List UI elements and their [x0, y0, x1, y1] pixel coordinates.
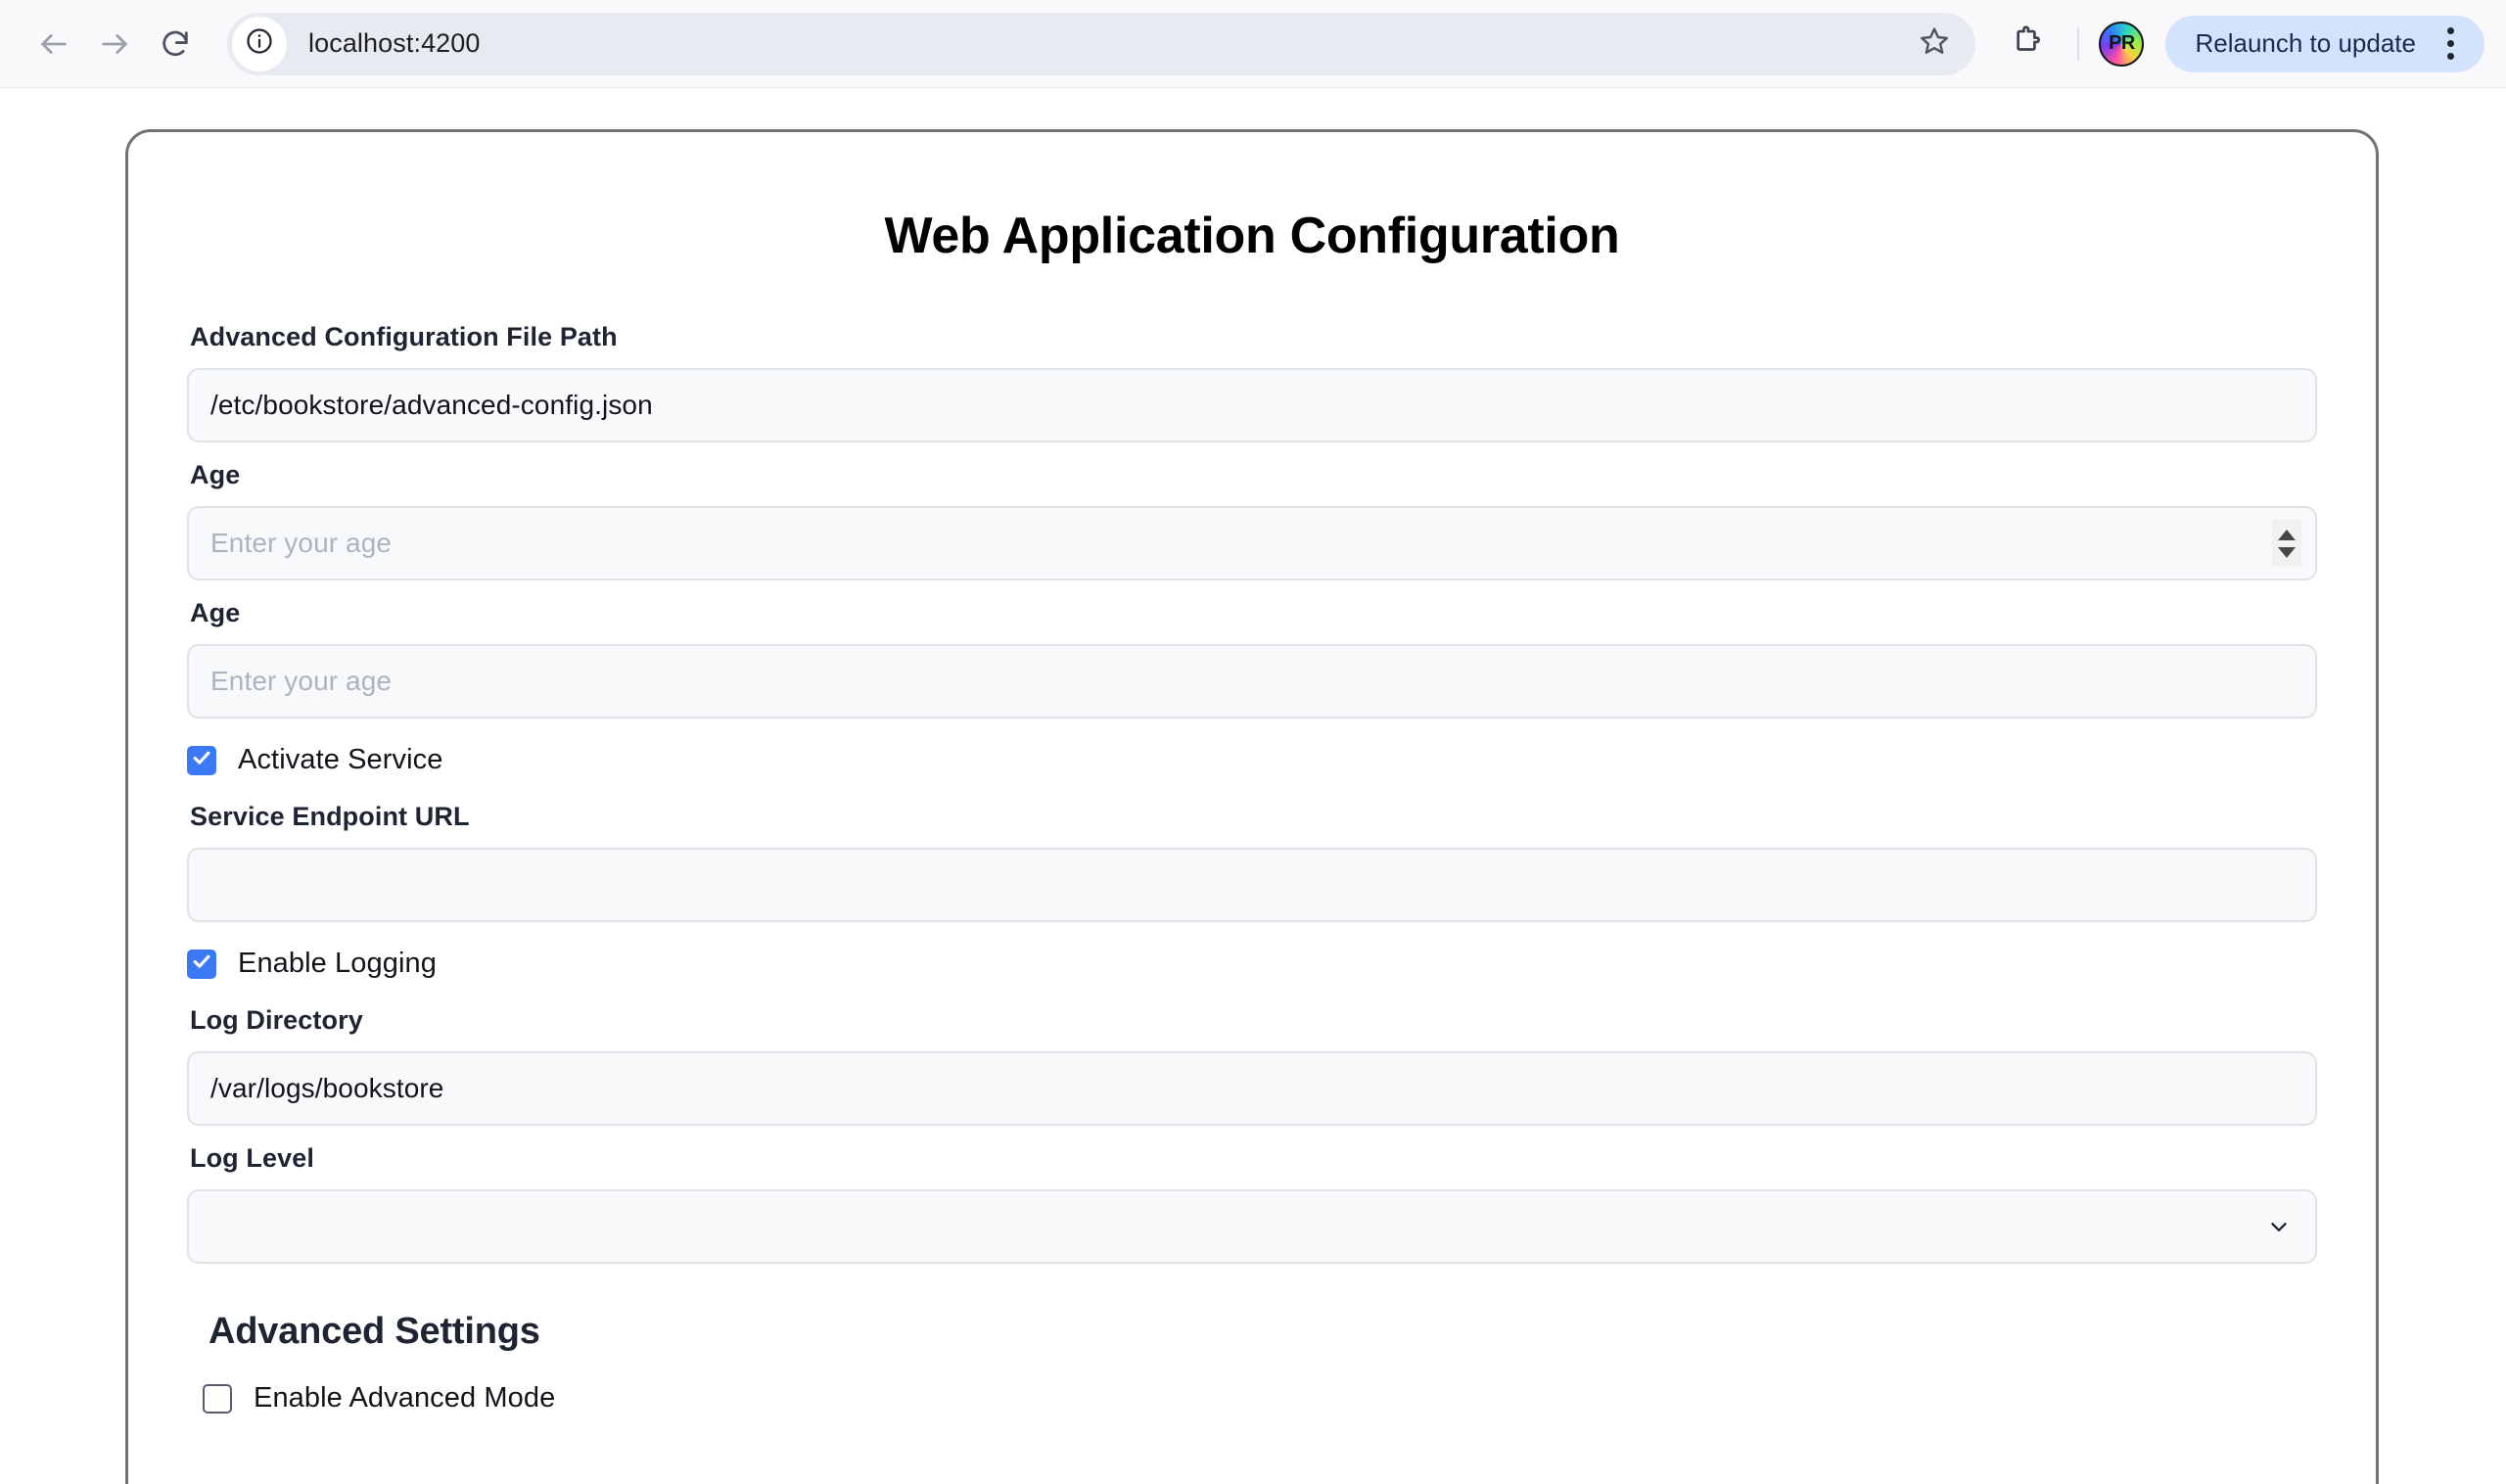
configuration-card: Web Application Configuration Advanced C…: [125, 129, 2379, 1484]
activate-service-label: Activate Service: [238, 744, 443, 775]
config-path-input[interactable]: /etc/bookstore/advanced-config.json: [187, 368, 2317, 442]
age-number-placeholder: Enter your age: [210, 528, 393, 558]
reload-icon: [159, 27, 192, 61]
arrow-right-icon: [98, 27, 131, 61]
config-path-value: /etc/bookstore/advanced-config.json: [210, 390, 653, 420]
info-circle-icon: [245, 26, 274, 61]
service-endpoint-input[interactable]: [187, 848, 2317, 922]
three-dots-vertical-icon[interactable]: [2428, 20, 2473, 69]
extensions-button[interactable]: [1997, 14, 2058, 74]
dot: [2446, 53, 2454, 60]
field-log-directory: Log Directory /var/logs/bookstore: [187, 1005, 2317, 1126]
enable-advanced-mode-label: Enable Advanced Mode: [254, 1382, 556, 1414]
page-viewport: Web Application Configuration Advanced C…: [0, 88, 2506, 1484]
activate-service-checkbox[interactable]: [187, 745, 216, 775]
relaunch-label: Relaunch to update: [2195, 28, 2416, 58]
field-age-text: Age Enter your age: [187, 598, 2317, 719]
field-service-endpoint: Service Endpoint URL: [187, 802, 2317, 922]
back-button[interactable]: [23, 14, 84, 74]
log-level-label: Log Level: [190, 1143, 314, 1173]
activate-service-row[interactable]: Activate Service: [187, 744, 2317, 776]
field-age-number: Age Enter your age: [187, 460, 2317, 580]
page-title: Web Application Configuration: [884, 208, 1620, 264]
arrow-left-icon: [37, 27, 70, 61]
config-path-label: Advanced Configuration File Path: [190, 322, 618, 351]
bookmark-button[interactable]: [1907, 17, 1962, 71]
chevron-down-icon: [2266, 1214, 2292, 1239]
age-text-placeholder: Enter your age: [210, 666, 393, 696]
url-text[interactable]: localhost:4200: [308, 28, 1907, 59]
log-level-select[interactable]: [187, 1189, 2317, 1264]
reload-button[interactable]: [145, 14, 206, 74]
check-icon: [191, 747, 212, 773]
check-icon: [191, 951, 212, 977]
log-directory-label: Log Directory: [190, 1005, 363, 1035]
toolbar-divider: [2077, 26, 2080, 61]
enable-logging-checkbox[interactable]: [187, 949, 216, 979]
site-info-button[interactable]: [232, 16, 287, 71]
avatar[interactable]: PR: [2099, 21, 2145, 67]
field-config-path: Advanced Configuration File Path /etc/bo…: [187, 322, 2317, 442]
enable-advanced-mode-row[interactable]: Enable Advanced Mode: [203, 1382, 2317, 1414]
age-number-input[interactable]: Enter your age: [187, 506, 2317, 580]
enable-logging-label: Enable Logging: [238, 948, 437, 979]
field-log-level: Log Level: [187, 1143, 2317, 1264]
age-number-label: Age: [190, 460, 241, 489]
service-endpoint-label: Service Endpoint URL: [190, 802, 470, 831]
enable-logging-row[interactable]: Enable Logging: [187, 948, 2317, 980]
dot: [2446, 40, 2454, 47]
advanced-settings-heading: Advanced Settings: [209, 1311, 540, 1352]
log-directory-input[interactable]: /var/logs/bookstore: [187, 1051, 2317, 1126]
dot: [2446, 27, 2454, 34]
relaunch-to-update-button[interactable]: Relaunch to update: [2165, 15, 2484, 72]
quantity-stepper[interactable]: [2272, 520, 2301, 567]
log-directory-value: /var/logs/bookstore: [210, 1073, 444, 1103]
enable-advanced-mode-checkbox[interactable]: [203, 1383, 232, 1414]
forward-button[interactable]: [84, 14, 145, 74]
stepper-up-icon[interactable]: [2278, 529, 2296, 540]
star-icon: [1919, 25, 1950, 62]
age-text-label: Age: [190, 598, 241, 627]
browser-toolbar: localhost:4200 PR Relaunch to update: [0, 0, 2506, 88]
age-text-input[interactable]: Enter your age: [187, 644, 2317, 719]
puzzle-piece-icon: [2011, 24, 2044, 63]
stepper-down-icon[interactable]: [2278, 546, 2296, 558]
address-bar[interactable]: localhost:4200: [227, 12, 1976, 75]
